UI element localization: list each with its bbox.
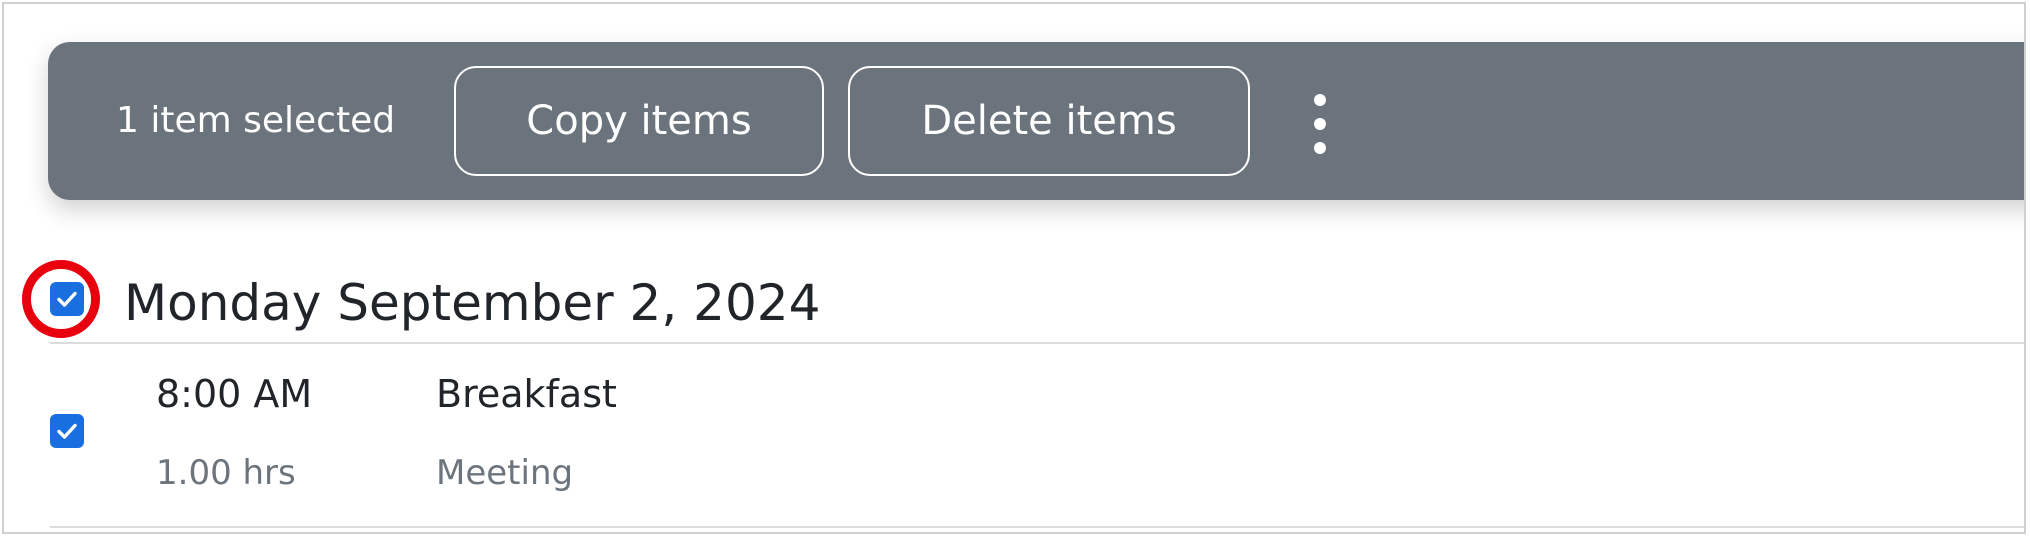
day-heading: Monday September 2, 2024 bbox=[124, 274, 821, 332]
day-select-checkbox[interactable] bbox=[50, 282, 84, 316]
selection-toolbar: 1 item selected Copy items Delete items bbox=[48, 42, 2024, 200]
kebab-dot bbox=[1314, 142, 1326, 154]
event-name: Breakfast bbox=[436, 372, 617, 416]
divider bbox=[50, 526, 2024, 528]
kebab-dot bbox=[1314, 94, 1326, 106]
copy-items-button[interactable]: Copy items bbox=[454, 66, 824, 176]
checkmark-icon bbox=[57, 423, 77, 439]
checkmark-icon bbox=[57, 291, 77, 307]
more-vertical-icon[interactable] bbox=[1300, 94, 1340, 154]
kebab-dot bbox=[1314, 118, 1326, 130]
delete-items-button[interactable]: Delete items bbox=[848, 66, 1250, 176]
selected-count-label: 1 item selected bbox=[116, 100, 396, 141]
event-time: 8:00 AM bbox=[156, 372, 313, 416]
event-duration: 1.00 hrs bbox=[156, 453, 296, 493]
divider bbox=[50, 342, 2024, 344]
app-window: 1 item selected Copy items Delete items … bbox=[2, 2, 2026, 534]
event-select-checkbox[interactable] bbox=[50, 414, 84, 448]
event-type: Meeting bbox=[436, 453, 574, 493]
